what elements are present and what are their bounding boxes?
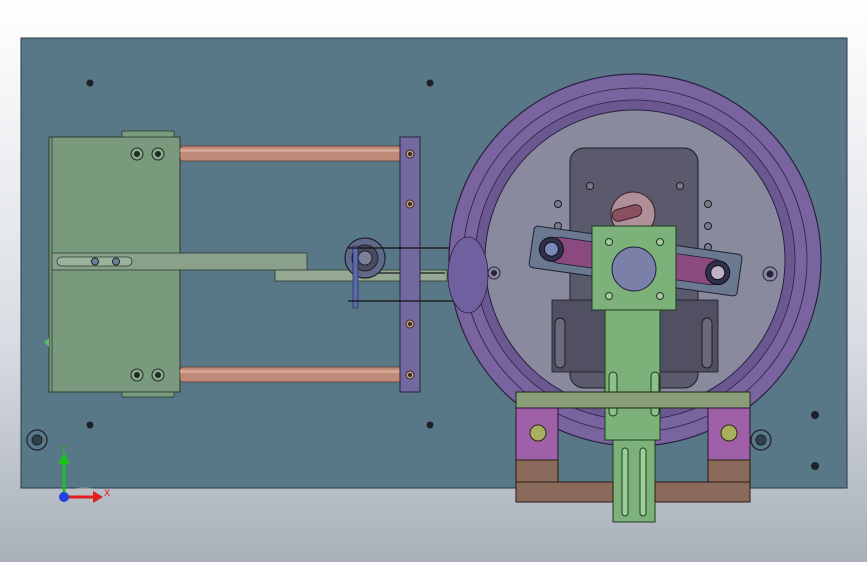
link-screw	[656, 238, 664, 246]
link-screw	[605, 238, 613, 246]
z-axis-dot	[59, 492, 69, 502]
x-axis-label: X	[104, 489, 110, 499]
lower-guide-rod	[179, 366, 402, 383]
counterbore-hole	[755, 434, 767, 446]
hole	[426, 421, 434, 429]
motor-screw	[554, 200, 562, 208]
hole	[811, 462, 819, 470]
link-screw	[605, 292, 613, 300]
center-hub	[611, 246, 657, 292]
motor-screw	[704, 222, 712, 230]
motor-screw	[704, 200, 712, 208]
counterbore-hole	[31, 434, 43, 446]
motor-screw	[676, 182, 684, 190]
link-screw	[656, 292, 664, 300]
upper-guide-rod	[179, 145, 402, 162]
y-axis-label: Y	[60, 445, 67, 455]
hole	[811, 411, 819, 419]
motor-screw	[586, 182, 594, 190]
hole	[426, 79, 434, 87]
hole	[86, 79, 94, 87]
cad-viewport[interactable]: Y X	[0, 0, 867, 562]
hole	[86, 421, 94, 429]
slider-bracket[interactable]	[399, 136, 421, 393]
assembly-drawing: Y X	[20, 37, 848, 523]
